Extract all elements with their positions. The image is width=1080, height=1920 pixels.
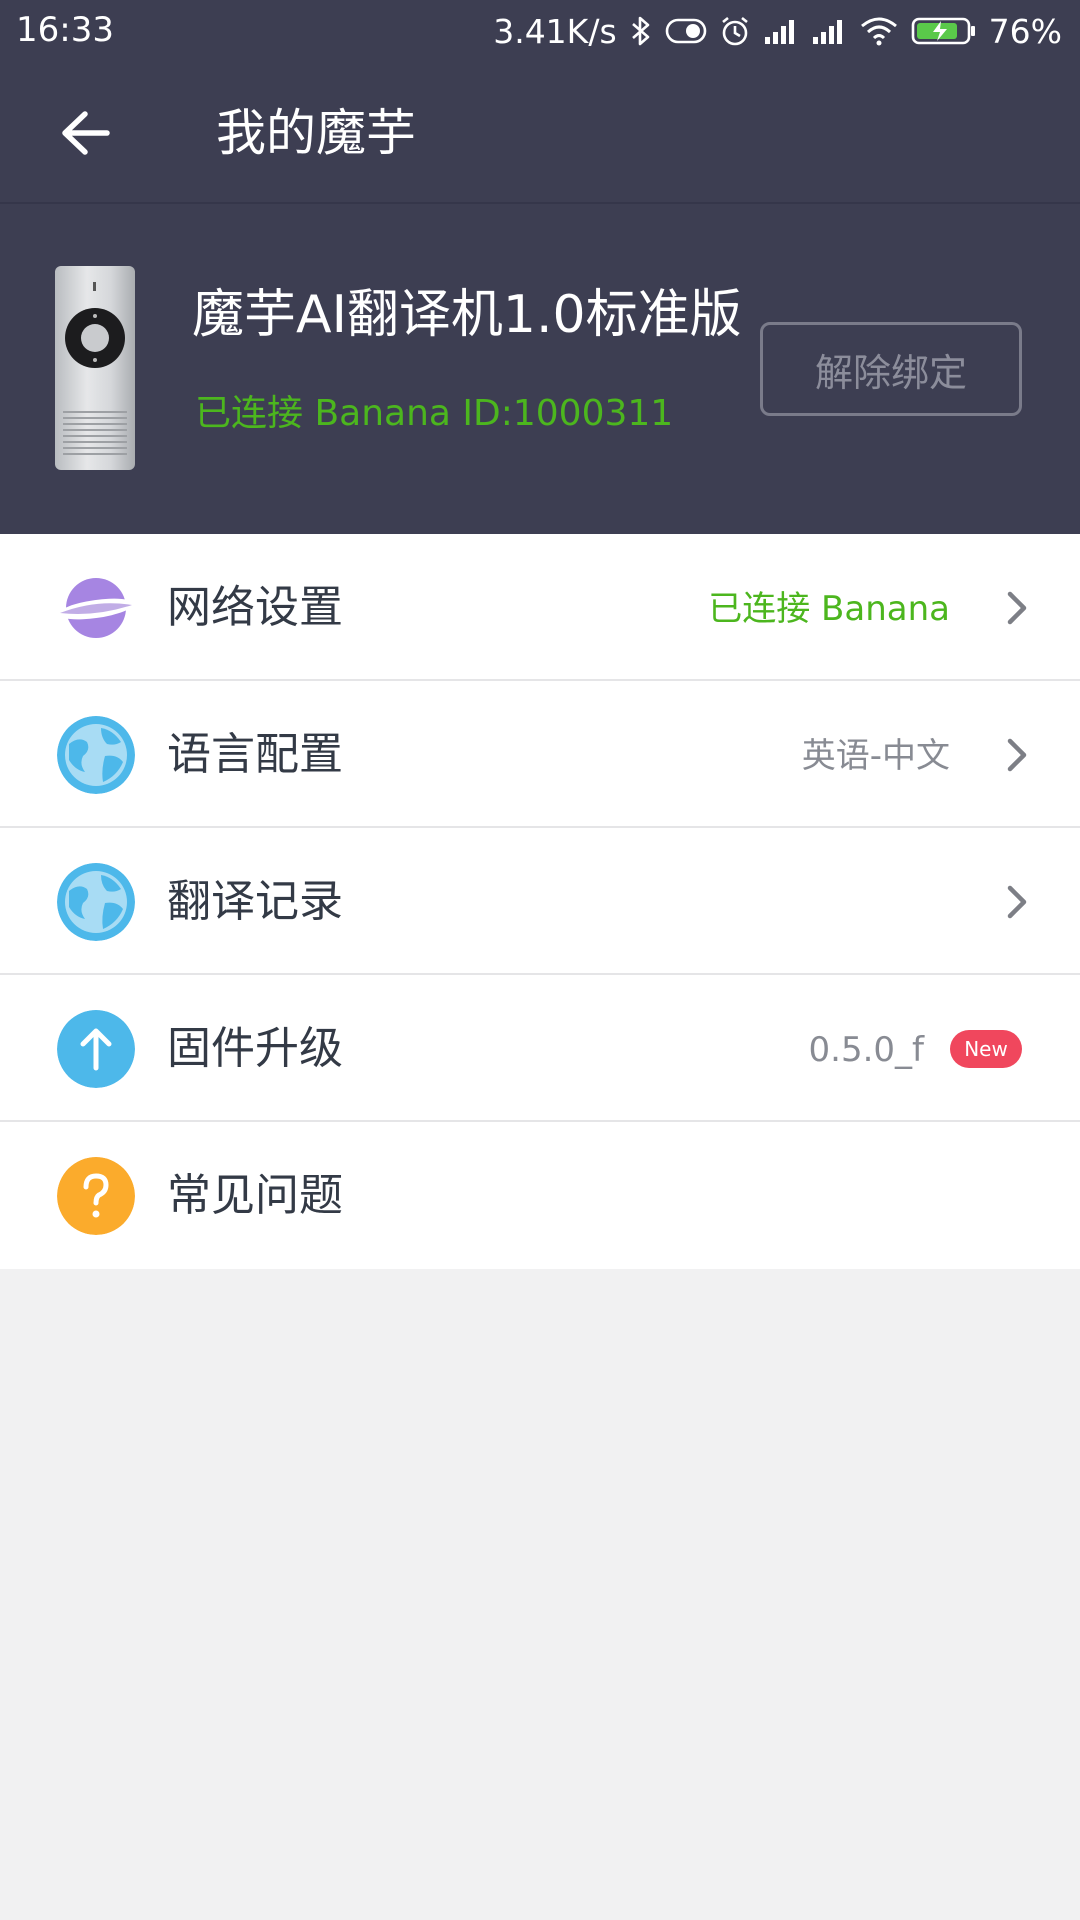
battery-charging-icon [911,16,977,46]
alarm-icon [719,15,751,47]
toggle-icon [665,17,707,45]
menu-item-network-settings[interactable]: 网络设置 已连接 Banana [0,534,1080,681]
page-title: 我的魔芋 [216,104,416,162]
chevron-right-icon [1007,885,1027,919]
device-connection-status: 已连接 Banana ID:1000311 [195,393,674,434]
new-badge: New [950,1030,1022,1068]
status-icons: 3.41K/s 76% [493,8,1062,54]
bluetooth-icon [629,15,653,47]
status-time: 16:33 [16,10,114,50]
menu-item-faq[interactable]: 常见问题 [0,1122,1080,1269]
menu-item-label: 常见问题 [167,1170,343,1221]
chevron-right-icon [1007,738,1027,772]
app-bar: 我的魔芋 [0,62,1080,204]
question-icon [57,1157,135,1235]
status-bar: 16:33 3.41K/s 76% [0,0,1080,62]
menu-item-language-config[interactable]: 语言配置 英语-中文 [0,681,1080,828]
unbind-button[interactable]: 解除绑定 [760,322,1022,416]
menu-item-firmware-upgrade[interactable]: 固件升级 0.5.0_f New [0,975,1080,1122]
globe-icon [57,716,135,794]
wifi-icon [859,16,899,46]
planet-icon [57,569,135,647]
menu-item-label: 固件升级 [167,1023,343,1074]
language-pair-value: 英语-中文 [801,736,950,776]
device-image [55,266,135,470]
battery-level: 76% [988,11,1062,51]
signal-icon [811,17,847,45]
device-name: 魔芋AI翻译机1.0标准版 [192,285,742,345]
menu-item-label: 网络设置 [167,582,343,633]
chevron-right-icon [1007,591,1027,625]
globe-icon [57,863,135,941]
firmware-version-value: 0.5.0_f [808,1030,924,1070]
arrow-left-icon [62,111,110,155]
back-button[interactable] [50,102,120,164]
upload-arrow-icon [57,1010,135,1088]
device-card: 魔芋AI翻译机1.0标准版 已连接 Banana ID:1000311 解除绑定 [0,204,1080,534]
menu-item-translation-history[interactable]: 翻译记录 [0,828,1080,975]
menu-item-label: 语言配置 [167,729,343,780]
network-status-value: 已连接 Banana [708,589,950,629]
signal-icon [763,17,799,45]
settings-menu: 网络设置 已连接 Banana 语言配置 英语-中文 翻译记录 固件升级 0.5… [0,534,1080,1269]
menu-item-label: 翻译记录 [167,876,343,927]
network-speed: 3.41K/s [493,11,617,51]
